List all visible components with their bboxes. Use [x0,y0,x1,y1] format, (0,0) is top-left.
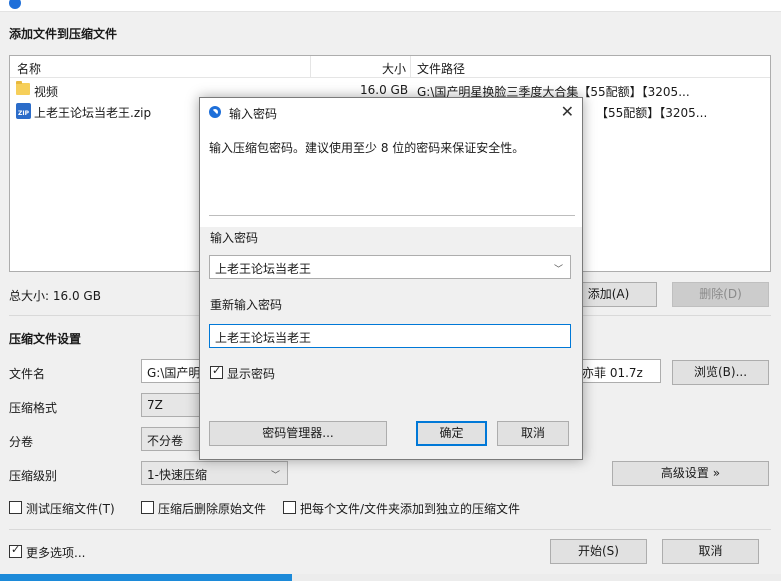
column-name[interactable]: 名称 [17,60,41,77]
password-input[interactable]: 上老王论坛当老王 ﹀ [209,255,571,279]
password-dialog: 输入密码 ✕ 输入压缩包密码。建议使用至少 8 位的密码来保证安全性。 输入密码… [199,97,583,460]
advanced-settings-button[interactable]: 高级设置 » [612,461,769,486]
dialog-description: 输入压缩包密码。建议使用至少 8 位的密码来保证安全性。 [209,141,525,155]
password-label: 输入密码 [210,231,259,245]
split-value: 不分卷 [147,434,184,448]
each-separate-checkbox[interactable] [283,501,296,514]
dialog-title: 输入密码 [229,107,278,121]
test-archive-label[interactable]: 测试压缩文件(T) [26,500,115,517]
confirm-password-value: 上老王论坛当老王 [215,331,312,345]
delete-after-label[interactable]: 压缩后删除原始文件 [158,500,266,517]
file-list-header: 名称 大小 文件路径 [10,56,770,78]
add-files-title: 添加文件到压缩文件 [9,27,118,41]
chevron-down-icon[interactable]: ﹀ [554,262,563,275]
test-archive-checkbox[interactable] [9,501,22,514]
split-label: 分卷 [9,435,34,449]
level-value: 1-快速压缩 [147,468,207,482]
delete-button[interactable]: 删除(D) [672,282,769,307]
format-value: 7Z [147,398,163,412]
more-options-label[interactable]: 更多选项... [26,544,85,561]
password-manager-button[interactable]: 密码管理器... [209,421,387,446]
file-size: 16.0 GB [360,83,409,97]
dialog-titlebar: 输入密码 ✕ [200,98,582,127]
more-options-checkbox[interactable] [9,543,22,558]
filename-value: G:\国产明 [147,366,201,380]
total-size: 总大小: 16.0 GB [9,289,101,303]
zip-icon: ZIP [16,103,31,119]
show-password-checkbox[interactable] [210,364,223,379]
browse-button[interactable]: 浏览(B)... [672,360,769,385]
window-titlebar [0,0,781,12]
file-path: 【55配额】【3205... [596,106,708,120]
start-button[interactable]: 开始(S) [550,539,647,564]
confirm-password-label: 重新输入密码 [210,298,283,312]
close-icon[interactable]: ✕ [561,102,574,121]
taskbar [0,574,781,581]
chevron-down-icon: ﹀ [270,471,280,481]
delete-after-checkbox[interactable] [141,501,154,514]
column-size[interactable]: 大小 [382,60,406,77]
split-select[interactable]: 不分卷 [141,427,201,451]
format-label: 压缩格式 [9,401,58,415]
column-path[interactable]: 文件路径 [417,60,465,77]
app-logo-icon [209,106,221,118]
filename-tail: 亦菲 01.7z [582,366,643,380]
password-value: 上老王论坛当老王 [215,262,312,276]
format-select[interactable]: 7Z [141,393,201,417]
level-select[interactable]: 1-快速压缩 ﹀ [141,461,288,485]
file-name: 上老王论坛当老王.zip [34,106,152,120]
each-separate-label[interactable]: 把每个文件/文件夹添加到独立的压缩文件 [300,500,520,517]
level-label: 压缩级别 [9,469,58,483]
file-name: 视频 [34,85,59,99]
ok-button[interactable]: 确定 [416,421,487,446]
show-password-label[interactable]: 显示密码 [227,365,275,382]
cancel-button[interactable]: 取消 [662,539,759,564]
dialog-description-area: 输入压缩包密码。建议使用至少 8 位的密码来保证安全性。 [200,127,582,227]
settings-title: 压缩文件设置 [9,332,82,346]
dialog-cancel-button[interactable]: 取消 [497,421,569,446]
confirm-password-input[interactable]: 上老王论坛当老王 [209,324,571,348]
app-logo-icon [9,0,21,9]
folder-icon [16,81,30,95]
filename-label: 文件名 [9,367,46,381]
